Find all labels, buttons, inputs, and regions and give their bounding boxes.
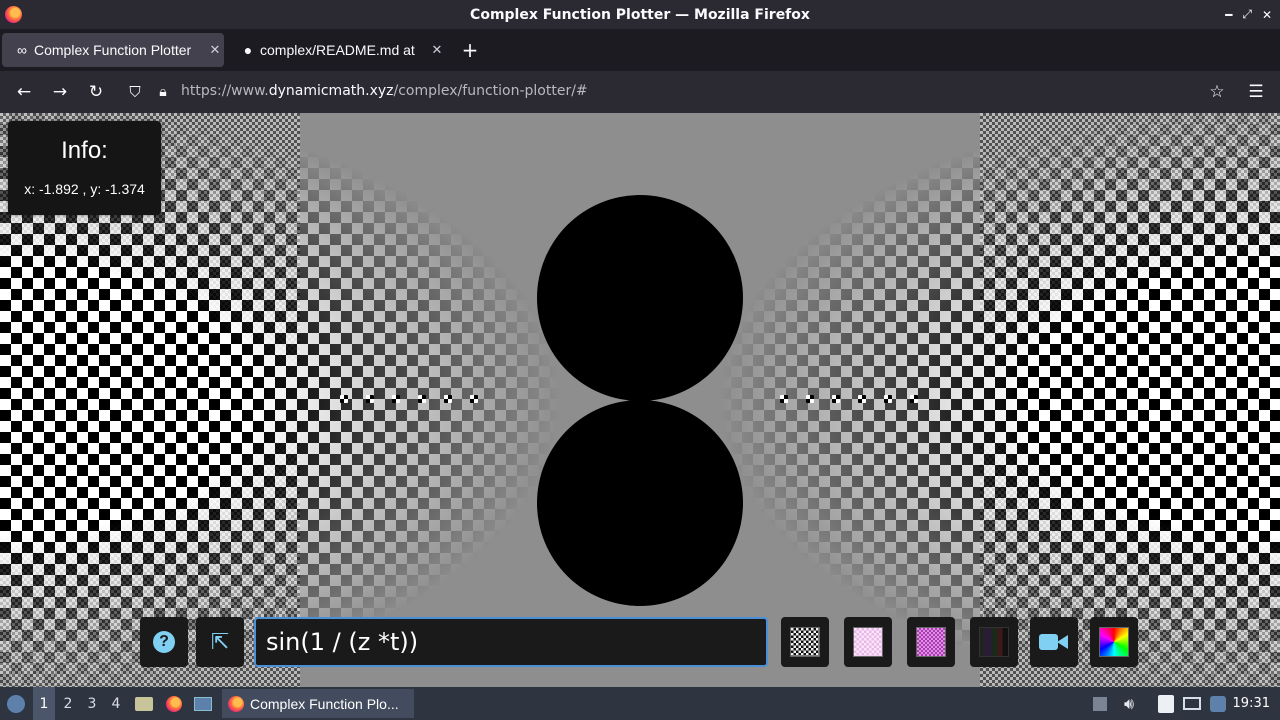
bookmark-star-icon[interactable]: ☆ <box>1205 80 1229 104</box>
pattern-dots-right <box>780 395 918 409</box>
pattern-button-dark[interactable] <box>970 617 1018 667</box>
checker-purple-icon <box>916 627 946 657</box>
shield-icon[interactable]: ⛉ <box>123 80 147 104</box>
lock-icon[interactable]: 🔒︎ <box>151 80 175 104</box>
help-button[interactable]: ? <box>140 617 188 667</box>
firefox-logo-icon <box>5 6 22 23</box>
black-disk-bottom <box>537 400 743 606</box>
tab-close-icon[interactable]: ✕ <box>206 42 224 58</box>
share-button[interactable]: ⇱ <box>196 617 244 667</box>
color-wheel-button[interactable] <box>1090 617 1138 667</box>
tab-strip: ∞ Complex Function Plotter ✕ ● complex/R… <box>0 29 1280 71</box>
firefox-icon <box>228 695 244 712</box>
tab-readme[interactable]: ● complex/README.md at ✕ <box>228 33 446 67</box>
tab-close-icon[interactable]: ✕ <box>428 42 446 58</box>
forward-icon[interactable]: → <box>48 80 72 104</box>
new-tab-button[interactable]: + <box>458 33 482 67</box>
pattern-button-bw[interactable] <box>781 617 829 667</box>
pattern-dots-left <box>340 395 478 409</box>
infinity-icon: ∞ <box>17 42 27 58</box>
tray-up-icon[interactable] <box>1090 687 1110 720</box>
pattern-button-purple[interactable] <box>907 617 955 667</box>
tab-complex-function-plotter[interactable]: ∞ Complex Function Plotter ✕ <box>2 33 224 67</box>
volume-icon[interactable]: 🔊︎ <box>1118 687 1140 720</box>
formula-input[interactable]: sin(1 / (z *t)) <box>254 617 768 667</box>
plot-canvas[interactable] <box>0 113 1280 687</box>
dark-stripes-icon <box>979 627 1009 657</box>
clipboard-icon[interactable] <box>1155 687 1177 720</box>
notification-icon[interactable] <box>1208 687 1228 720</box>
tab-label: Complex Function Plotter <box>34 42 192 58</box>
desktop-icon[interactable] <box>193 687 213 720</box>
color-wheel-icon <box>1099 627 1129 657</box>
window-title: Complex Function Plotter — Mozilla Firef… <box>470 6 810 23</box>
window-titlebar: Complex Function Plotter — Mozilla Firef… <box>0 0 1280 29</box>
black-disk-top <box>537 195 743 401</box>
workspace-4[interactable]: 4 <box>105 687 127 720</box>
window-controls: ━ ⤢ ✕ <box>1225 0 1272 29</box>
tab-label: complex/README.md at <box>260 42 415 58</box>
url-text[interactable]: https://www.dynamicmath.xyz/complex/func… <box>181 83 588 99</box>
help-icon: ? <box>153 631 175 653</box>
record-video-button[interactable] <box>1030 617 1078 667</box>
menu-icon[interactable]: ☰ <box>1244 80 1268 104</box>
restore-icon[interactable]: ⤢ <box>1242 7 1252 22</box>
workspace-3[interactable]: 3 <box>81 687 103 720</box>
file-manager-icon[interactable] <box>134 687 154 720</box>
url-bar[interactable]: ⛉ 🔒︎ https://www.dynamicmath.xyz/complex… <box>118 77 1242 107</box>
reload-icon[interactable]: ↻ <box>84 80 108 104</box>
taskbar-window-firefox[interactable]: Complex Function Plo... <box>222 689 414 718</box>
info-panel: Info: x: -1.892 , y: -1.374 <box>8 121 161 215</box>
navigation-bar: ← → ↻ ⛉ 🔒︎ https://www.dynamicmath.xyz/c… <box>0 71 1280 113</box>
url-prefix: https://www. <box>181 83 269 99</box>
video-camera-icon <box>1039 632 1069 652</box>
display-icon[interactable] <box>1181 687 1203 720</box>
workspace-2[interactable]: 2 <box>57 687 79 720</box>
close-window-icon[interactable]: ✕ <box>1262 8 1272 22</box>
taskbar-window-label: Complex Function Plo... <box>250 695 399 712</box>
firefox-launcher-icon[interactable] <box>164 687 184 720</box>
cursor-coordinates: x: -1.892 , y: -1.374 <box>24 181 145 197</box>
taskbar: 1 2 3 4 Complex Function Plo... 🔊︎ 19:31 <box>0 687 1280 720</box>
screen: Complex Function Plotter — Mozilla Firef… <box>0 0 1280 720</box>
url-host: dynamicmath.xyz <box>268 83 394 99</box>
minimize-icon[interactable]: ━ <box>1225 8 1232 22</box>
workspace-1[interactable]: 1 <box>33 687 55 720</box>
checker-pink-icon <box>853 627 883 657</box>
pattern-button-pink[interactable] <box>844 617 892 667</box>
checker-bw-icon <box>790 627 820 657</box>
clock: 19:31 <box>1232 696 1270 711</box>
back-icon[interactable]: ← <box>12 80 36 104</box>
external-link-icon: ⇱ <box>210 629 230 655</box>
url-path: /complex/function-plotter/# <box>393 83 588 99</box>
github-icon: ● <box>243 42 253 58</box>
info-title: Info: <box>61 137 108 164</box>
start-menu-icon[interactable] <box>4 687 28 720</box>
